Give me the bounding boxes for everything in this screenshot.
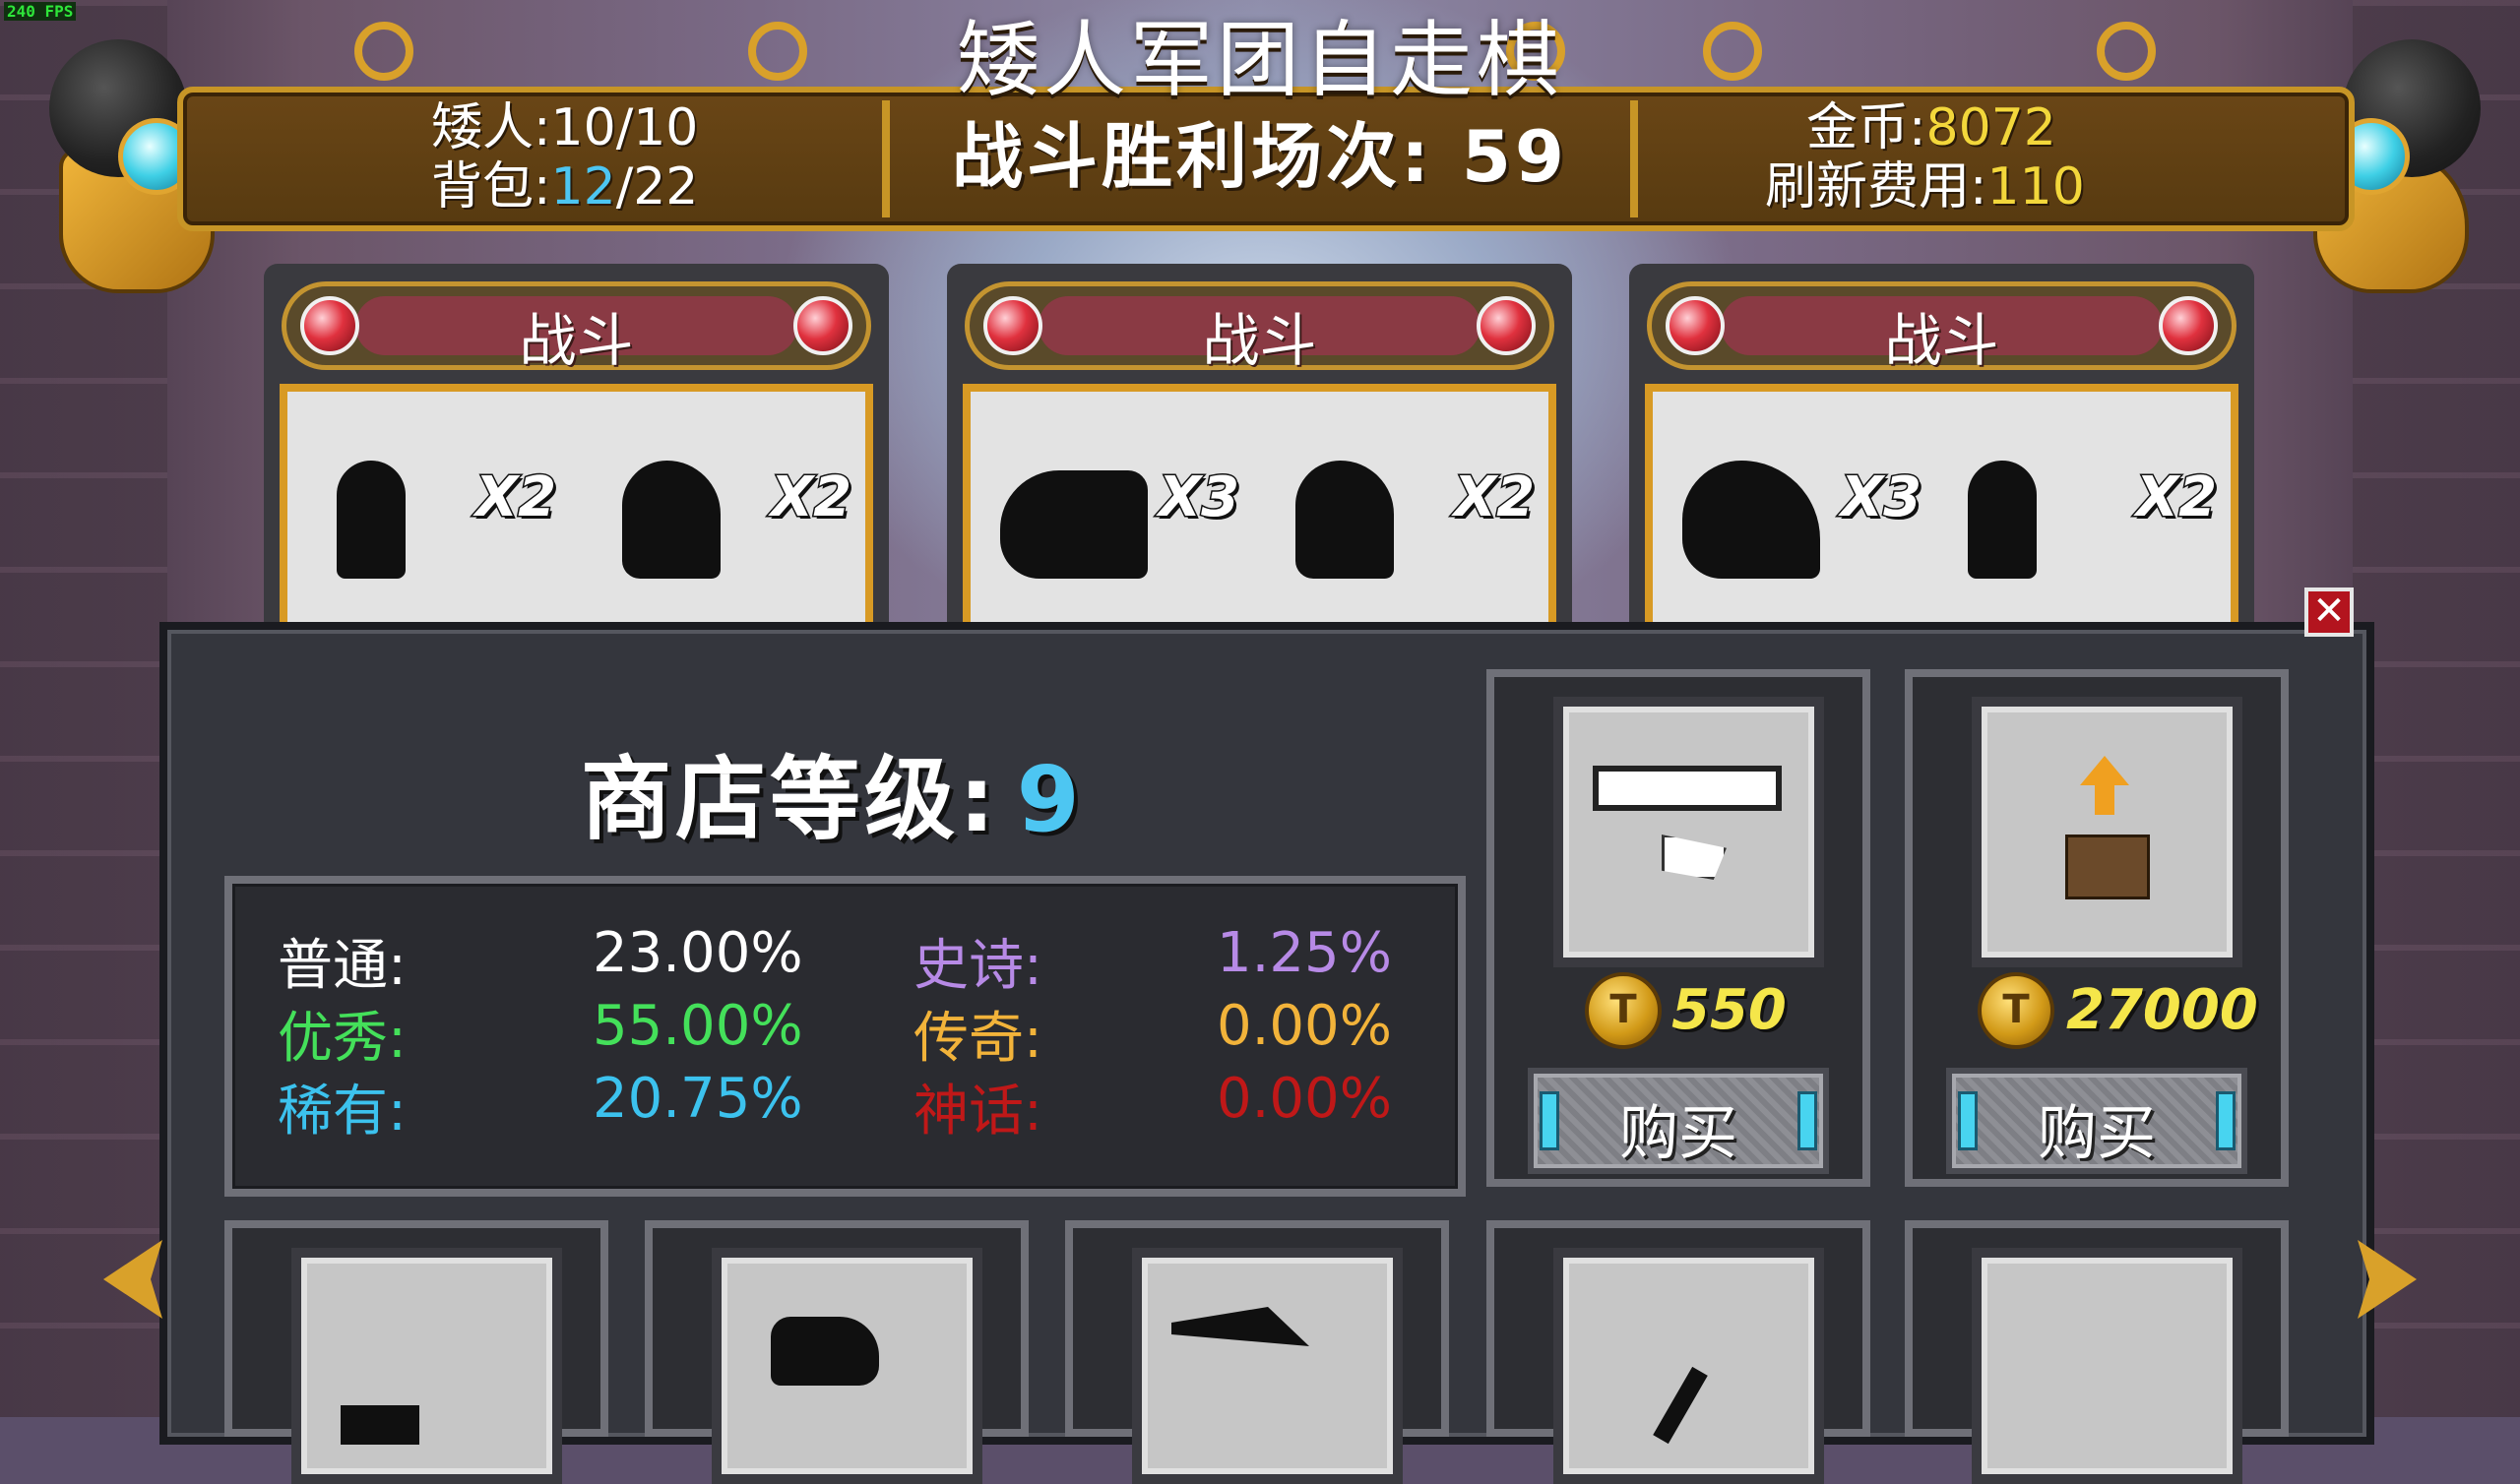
enemy-mage-silhouette-icon <box>337 461 406 579</box>
bag-used-value: 12 <box>550 157 616 216</box>
gold-coin-icon: T <box>1585 972 1662 1049</box>
rate-rare-label: 稀有: <box>278 1080 407 1144</box>
enemy-multiplier: X2 <box>2134 464 2218 531</box>
battle-label: 战斗 <box>519 307 634 374</box>
dwarf-count-label: 矮人: <box>431 98 551 157</box>
bag-total-value: /22 <box>615 157 699 216</box>
gold-count: 金币:8072 <box>1806 98 2056 157</box>
rate-myth-label: 神话: <box>914 1080 1042 1144</box>
chest-upgrade-icon <box>1972 697 2242 967</box>
enemy-multiplier: X3 <box>1839 464 1922 531</box>
refresh-cost-value: 110 <box>1986 157 2085 216</box>
battle-button-1[interactable]: 战斗 <box>282 281 871 374</box>
shop-level-value: 9 <box>1016 747 1084 852</box>
item-price: 27000 <box>2066 978 2258 1042</box>
equipment-slot-4[interactable] <box>1486 1220 1870 1484</box>
gold-label: 金币: <box>1806 98 1926 157</box>
equipment-slot-5[interactable] <box>1905 1220 2289 1484</box>
equipment-slot-3[interactable] <box>1065 1220 1449 1484</box>
enemy-multiplier: X2 <box>1452 464 1536 531</box>
enemy-archer-silhouette-icon <box>1295 461 1394 579</box>
equipment-slot-2[interactable] <box>645 1220 1029 1484</box>
equipment-slot-1[interactable] <box>224 1220 608 1484</box>
rate-good-value: 55.00% <box>593 994 803 1058</box>
battle-label: 战斗 <box>1884 307 1999 374</box>
enemy-multiplier: X2 <box>473 464 557 531</box>
enemy-archer-silhouette-icon <box>622 461 721 579</box>
axe-silhouette-icon <box>1171 1307 1309 1346</box>
bag-count-label: 背包: <box>431 157 551 216</box>
battle-wins-label: 战斗胜利场次: <box>951 115 1433 198</box>
hammer-silhouette-icon <box>771 1317 879 1386</box>
enemy-spearman-silhouette-icon <box>1000 470 1148 579</box>
battle-wins-value: 59 <box>1461 115 1569 198</box>
battle-button-3[interactable]: 战斗 <box>1647 281 2236 374</box>
staff-silhouette-icon <box>1653 1366 1708 1445</box>
dwarf-count: 矮人:10/10 <box>431 98 698 157</box>
enemy-mage-silhouette-icon <box>1968 461 2037 579</box>
buy-button-1[interactable]: 购买 <box>1528 1068 1829 1174</box>
battle-label: 战斗 <box>1202 307 1317 374</box>
gold-coin-icon: T <box>1978 972 2054 1049</box>
battle-wins: 战斗胜利场次: 59 <box>891 98 1629 202</box>
buy-button-2[interactable]: 购买 <box>1946 1068 2247 1174</box>
banner-flag-icon <box>1553 697 1824 967</box>
enemy-multiplier: X2 <box>769 464 852 531</box>
item-silhouette-icon <box>341 1405 419 1445</box>
rate-good-label: 优秀: <box>278 1007 407 1071</box>
close-icon: ✕ <box>2312 588 2346 634</box>
dwarf-count-value: 10/10 <box>550 98 699 157</box>
battle-card-3[interactable]: 战斗 X3 X2 <box>1629 264 2254 638</box>
battle-card-1[interactable]: 战斗 X2 X2 <box>264 264 889 638</box>
enemy-axeman-silhouette-icon <box>1682 461 1820 579</box>
rate-legend-label: 传奇: <box>914 1007 1042 1071</box>
bag-count: 背包:12/22 <box>431 157 698 216</box>
rate-rare-value: 20.75% <box>593 1067 803 1131</box>
shop-level-label: 商店等级: <box>581 747 999 852</box>
gold-value: 8072 <box>1925 98 2056 157</box>
shop-item-2[interactable]: T 27000 购买 <box>1905 669 2289 1187</box>
item-price: 550 <box>1671 978 1787 1042</box>
enemy-multiplier: X3 <box>1157 464 1240 531</box>
game-title: 矮人军团自走棋 <box>956 12 1563 108</box>
rate-myth-value: 0.00% <box>1217 1067 1392 1131</box>
rate-common-value: 23.00% <box>593 921 803 985</box>
rate-common-label: 普通: <box>278 934 407 998</box>
buy-button-label: 购买 <box>2038 1099 2156 1168</box>
battle-card-2[interactable]: 战斗 X3 X2 <box>947 264 1572 638</box>
refresh-cost-label: 刷新费用: <box>1765 157 1987 216</box>
rate-epic-label: 史诗: <box>914 934 1042 998</box>
close-button[interactable]: ✕ <box>2304 587 2354 637</box>
buy-button-label: 购买 <box>1619 1099 1737 1168</box>
refresh-cost: 刷新费用:110 <box>1765 157 2085 216</box>
rate-legend-value: 0.00% <box>1217 994 1392 1058</box>
rate-epic-value: 1.25% <box>1217 921 1392 985</box>
shop-item-1[interactable]: T 550 购买 <box>1486 669 1870 1187</box>
shop-level: 商店等级: 9 <box>581 726 1084 857</box>
rarity-rates-panel: 普通: 23.00% 优秀: 55.00% 稀有: 20.75% 史诗: 1.2… <box>224 876 1466 1197</box>
battle-button-2[interactable]: 战斗 <box>965 281 1554 374</box>
